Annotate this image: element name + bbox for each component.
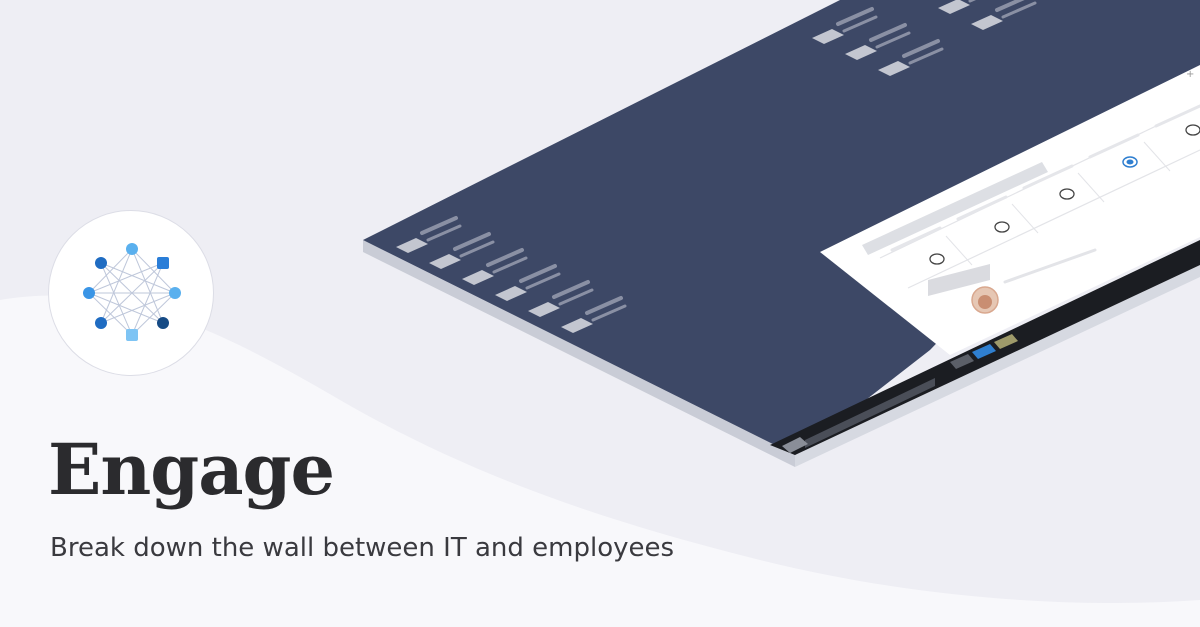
graph-node [83, 287, 95, 299]
logo-badge [48, 210, 214, 376]
graph-node [95, 257, 107, 269]
survey-radio-selected-dot [1126, 159, 1134, 165]
survey-radio-option [1059, 188, 1075, 200]
close-icon: + [1186, 69, 1194, 80]
user-avatar-face [978, 295, 992, 309]
network-graph-icon [83, 243, 181, 341]
tagline: Break down the wall between IT and emplo… [50, 533, 675, 563]
survey-radio-option [1185, 124, 1200, 136]
survey-radio-option [994, 221, 1010, 233]
graph-node [126, 243, 138, 255]
graph-node [95, 317, 107, 329]
graph-node [126, 329, 138, 341]
headline: Engage [48, 428, 335, 511]
graph-node [157, 257, 169, 269]
graph-node [157, 317, 169, 329]
graph-node [169, 287, 181, 299]
survey-radio-option [929, 253, 945, 265]
